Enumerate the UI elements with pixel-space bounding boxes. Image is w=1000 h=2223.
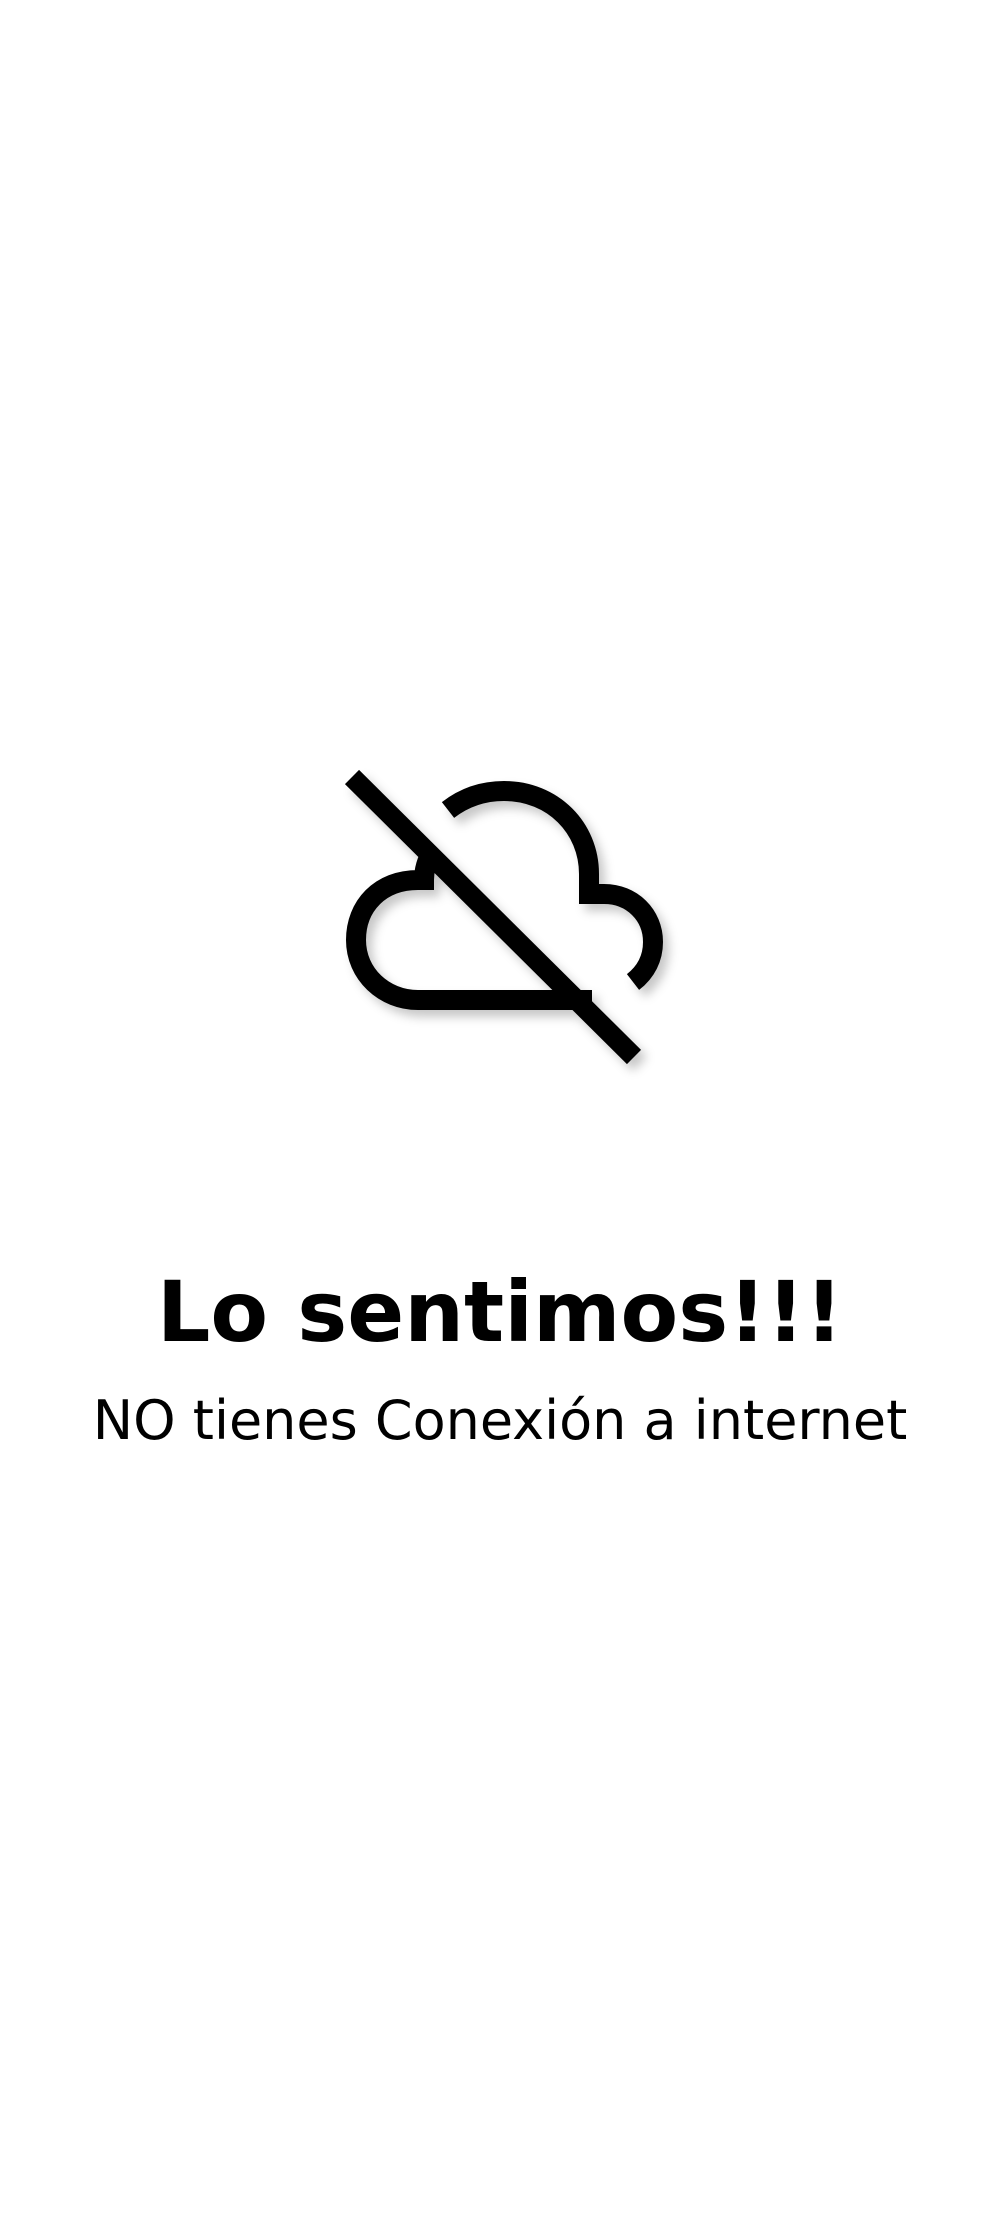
no-connection-screen: Lo sentimos!!! NO tienes Conexión a inte… — [0, 0, 1000, 2223]
connection-message: NO tienes Conexión a internet — [92, 1389, 908, 1452]
cloud-off-icon — [328, 762, 668, 1072]
page-title: Lo sentimos!!! — [156, 1263, 844, 1361]
